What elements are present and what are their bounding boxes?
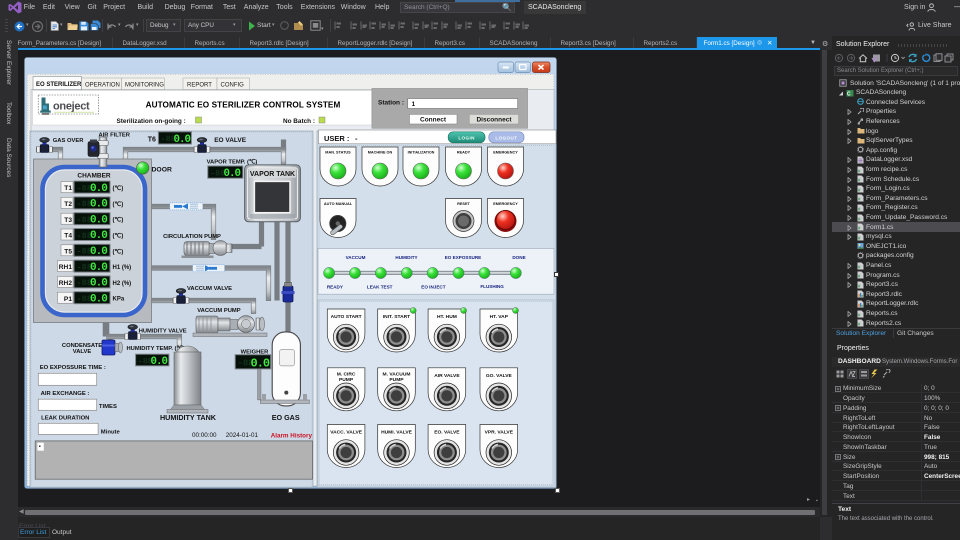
- svg-text:AUTOMATIC EO STERILIZER CONTRO: AUTOMATIC EO STERILIZER CONTROL SYSTEM: [146, 101, 341, 110]
- svg-text:HUMIDITY TANK: HUMIDITY TANK: [160, 413, 217, 422]
- svg-text:1: 1: [412, 101, 416, 108]
- svg-text:0.0: 0.0: [90, 293, 107, 305]
- svg-text:LEAK TEST: LEAK TEST: [367, 285, 393, 290]
- svg-text:No Batch :: No Batch :: [283, 118, 315, 125]
- svg-text:CHAMBER: CHAMBER: [77, 173, 111, 180]
- svg-text:0.0: 0.0: [90, 262, 107, 274]
- svg-text:EMERGENCY: EMERGENCY: [493, 151, 518, 155]
- svg-text:(℃): (℃): [113, 185, 124, 192]
- svg-text:0.0: 0.0: [151, 356, 168, 368]
- svg-text:READY: READY: [457, 151, 471, 155]
- svg-text:GAS OVER: GAS OVER: [53, 138, 84, 144]
- svg-text:0.0: 0.0: [90, 214, 107, 226]
- svg-text:0.0: 0.0: [90, 199, 107, 211]
- svg-text:AUTO MANUAL: AUTO MANUAL: [324, 202, 353, 206]
- svg-text:00:00:00: 00:00:00: [192, 432, 217, 439]
- svg-text:0.0: 0.0: [90, 230, 107, 242]
- svg-text:HUMIDITY: HUMIDITY: [395, 255, 417, 260]
- svg-text:Disconnect: Disconnect: [476, 116, 512, 123]
- svg-text:DOOR: DOOR: [152, 167, 172, 174]
- svg-text:PUMP: PUMP: [389, 377, 404, 383]
- svg-text:0.0: 0.0: [90, 278, 107, 290]
- svg-text:T1: T1: [64, 185, 72, 192]
- svg-text:CIRCULATION PUMP: CIRCULATION PUMP: [163, 234, 221, 240]
- svg-text:VALVE: VALVE: [73, 349, 92, 355]
- svg-text:RH2: RH2: [59, 280, 73, 287]
- svg-text:0.0: 0.0: [174, 134, 191, 146]
- svg-text:(℃): (℃): [113, 201, 124, 208]
- svg-text:VPR. VALVE: VPR. VALVE: [485, 430, 514, 436]
- svg-text:AIR EXCHANGE :: AIR EXCHANGE :: [41, 391, 90, 397]
- svg-text:HT. VAP: HT. VAP: [490, 314, 509, 320]
- svg-text:LEAK DURATION: LEAK DURATION: [41, 416, 89, 422]
- svg-text:MAN. STATUS: MAN. STATUS: [325, 151, 351, 155]
- svg-text:LOGOUT: LOGOUT: [495, 136, 517, 141]
- svg-text:EO INJECT: EO INJECT: [421, 285, 445, 290]
- svg-text:HUMIDITY VALVE: HUMIDITY VALVE: [139, 329, 187, 335]
- svg-text:2024-01-01: 2024-01-01: [226, 432, 259, 439]
- svg-text:REPORT: REPORT: [187, 83, 212, 89]
- svg-text:Sterilization on-going :: Sterilization on-going :: [117, 118, 186, 125]
- svg-text:AIR VALVE: AIR VALVE: [434, 373, 460, 379]
- svg-text:(℃): (℃): [113, 248, 124, 255]
- svg-text:VAPOR TANK: VAPOR TANK: [250, 171, 295, 178]
- svg-text:MACHINE ON: MACHINE ON: [368, 151, 393, 155]
- svg-text:EO. VALVE: EO. VALVE: [434, 430, 460, 436]
- svg-text:(℃): (℃): [113, 217, 124, 224]
- svg-text:READY: READY: [327, 285, 343, 290]
- svg-text:KPa: KPa: [113, 297, 125, 303]
- svg-text:H1 (%): H1 (%): [113, 265, 132, 271]
- svg-text:EO GAS: EO GAS: [272, 413, 300, 422]
- svg-text:EMERGENCY: EMERGENCY: [493, 202, 518, 206]
- svg-text:0.0: 0.0: [251, 356, 270, 370]
- svg-text:(℃): (℃): [113, 233, 124, 240]
- svg-text:FLUSHING: FLUSHING: [480, 284, 504, 289]
- svg-text:PUMP: PUMP: [339, 377, 354, 383]
- svg-text:MONITORING: MONITORING: [125, 83, 164, 89]
- svg-text:INIT. START: INIT. START: [383, 314, 410, 320]
- svg-text:VACCUM PUMP: VACCUM PUMP: [197, 308, 241, 314]
- svg-text:INITIALIZATION: INITIALIZATION: [408, 151, 435, 155]
- svg-text:Station :: Station :: [378, 100, 404, 107]
- svg-text:OPERATION: OPERATION: [85, 83, 120, 89]
- svg-text:EO EXPOSSURE TIME :: EO EXPOSSURE TIME :: [40, 365, 106, 371]
- svg-text:AUTO START: AUTO START: [331, 314, 362, 320]
- svg-text:Connect: Connect: [420, 116, 447, 123]
- svg-text:DONE: DONE: [512, 255, 525, 260]
- svg-text:Minute: Minute: [101, 429, 121, 435]
- svg-text:EO VALVE: EO VALVE: [214, 137, 247, 144]
- svg-text:EO EXPOSSURE: EO EXPOSSURE: [445, 255, 482, 260]
- svg-text:USER :: USER :: [324, 134, 349, 143]
- svg-text:LOGIN: LOGIN: [458, 136, 475, 141]
- svg-text:GO. VALVE: GO. VALVE: [486, 373, 513, 379]
- svg-text:VACCUM: VACCUM: [346, 255, 366, 260]
- svg-text:0.0: 0.0: [90, 183, 107, 195]
- svg-text:M. VACUUM: M. VACUUM: [383, 371, 411, 377]
- svg-text:EO STERILIZER: EO STERILIZER: [36, 82, 82, 88]
- svg-text:Alarm History: Alarm History: [271, 433, 313, 440]
- svg-text:T3: T3: [64, 217, 72, 224]
- svg-text:HUMI. VALVE: HUMI. VALVE: [381, 430, 413, 436]
- svg-text:C: C: [847, 91, 851, 97]
- svg-text:VACCUM VALVE: VACCUM VALVE: [187, 286, 232, 292]
- svg-text:HT. HUM: HT. HUM: [437, 314, 457, 320]
- svg-text:TIMES: TIMES: [99, 404, 117, 410]
- svg-text:0.0: 0.0: [224, 168, 241, 180]
- svg-text:T6: T6: [148, 137, 156, 144]
- svg-text:T2: T2: [64, 201, 72, 208]
- svg-text:RH1: RH1: [59, 264, 73, 271]
- svg-text:T5: T5: [64, 248, 72, 255]
- svg-text:T4: T4: [64, 233, 72, 240]
- svg-text:H2 (%): H2 (%): [113, 281, 132, 287]
- svg-text:0.0: 0.0: [90, 246, 107, 258]
- svg-text:CONFIG: CONFIG: [221, 83, 245, 89]
- svg-text:M. CIRC: M. CIRC: [337, 371, 356, 377]
- svg-text:oneject: oneject: [53, 101, 90, 113]
- svg-text:HUMIDITY TEMP. (℃): HUMIDITY TEMP. (℃): [126, 345, 185, 352]
- svg-text:P1: P1: [64, 296, 72, 303]
- svg-text:VACC. VALVE: VACC. VALVE: [330, 430, 363, 436]
- svg-text:RESET: RESET: [457, 202, 470, 206]
